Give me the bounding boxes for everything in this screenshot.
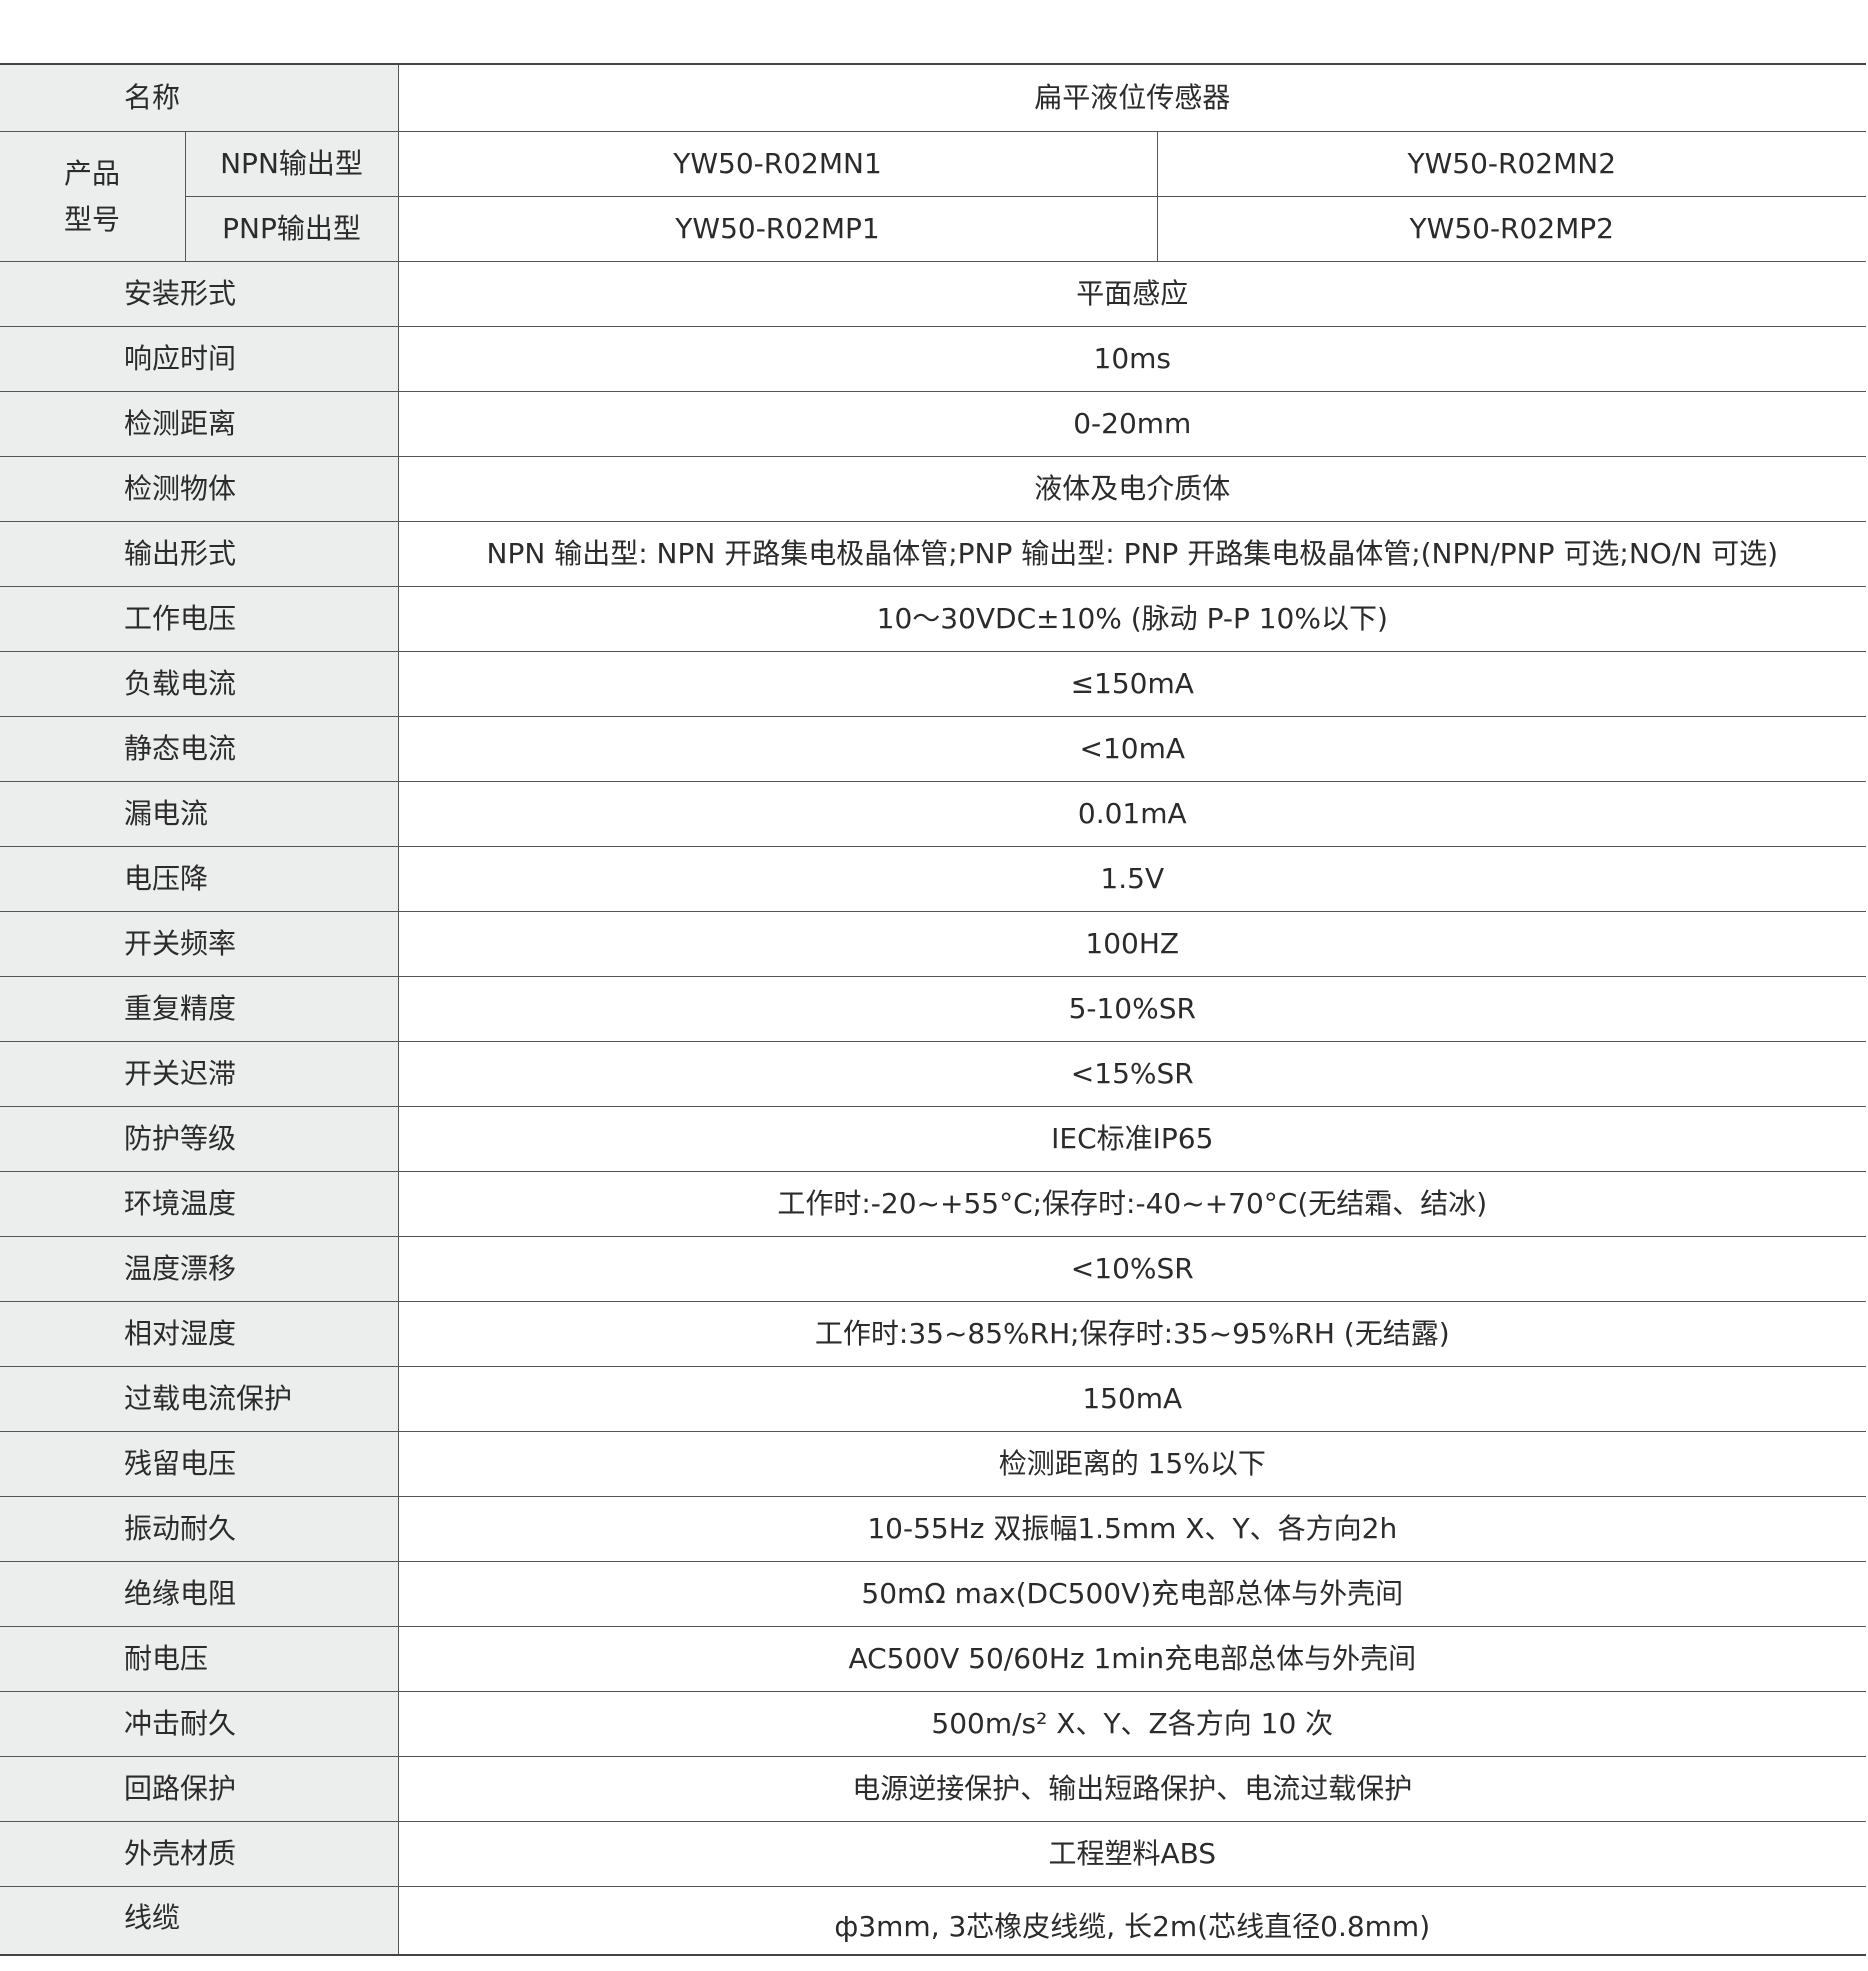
header-value: 扁平液位传感器 [398, 63, 1867, 132]
spec-value: 平面感应 [398, 261, 1867, 327]
spec-label: 外壳材质 [0, 1821, 399, 1887]
spec-value: 10～30VDC±10% (脉动 P-P 10%以下) [398, 586, 1867, 652]
spec-value: 检测距离的 15%以下 [398, 1431, 1867, 1497]
spec-value: 150mA [398, 1366, 1867, 1432]
header-label: 名称 [0, 63, 399, 132]
spec-row: 防护等级 IEC标准IP65 [0, 1106, 1867, 1172]
npn-model-2: YW50-R02MN2 [1157, 131, 1867, 197]
spec-label: 环境温度 [0, 1171, 399, 1237]
spec-row: 检测物体 液体及电介质体 [0, 456, 1867, 522]
spec-value: 100HZ [398, 911, 1867, 977]
spec-label: 残留电压 [0, 1431, 399, 1497]
spec-row: 外壳材质 工程塑料ABS [0, 1821, 1867, 1887]
pnp-model-2: YW50-R02MP2 [1157, 196, 1867, 262]
spec-row: 冲击耐久 500m/s² X、Y、Z各方向 10 次 [0, 1691, 1867, 1757]
model-group-label-line2: 型号 [64, 202, 121, 236]
header-row: 名称 扁平液位传感器 [0, 63, 1867, 132]
spec-label: 响应时间 [0, 326, 399, 392]
spec-value: 液体及电介质体 [398, 456, 1867, 522]
pnp-model-1: YW50-R02MP1 [398, 196, 1158, 262]
spec-row: 开关迟滞 <15%SR [0, 1041, 1867, 1107]
spec-label: 检测物体 [0, 456, 399, 522]
spec-label: 相对湿度 [0, 1301, 399, 1367]
spec-row: 漏电流 0.01mA [0, 781, 1867, 847]
spec-value: 10ms [398, 326, 1867, 392]
spec-row: 检测距离 0-20mm [0, 391, 1867, 457]
spec-value: 工程塑料ABS [398, 1821, 1867, 1887]
spec-label: 振动耐久 [0, 1496, 399, 1562]
spec-value: IEC标准IP65 [398, 1106, 1867, 1172]
spec-row: 温度漂移 <10%SR [0, 1236, 1867, 1302]
spec-value: 0-20mm [398, 391, 1867, 457]
spec-label: 重复精度 [0, 976, 399, 1042]
model-group-label-line1: 产品 [64, 156, 121, 190]
spec-label: 过载电流保护 [0, 1366, 399, 1432]
spec-label: 开关迟滞 [0, 1041, 399, 1107]
spec-label: 输出形式 [0, 521, 399, 587]
pnp-label: PNP输出型 [185, 196, 399, 262]
spec-value: AC500V 50/60Hz 1min充电部总体与外壳间 [398, 1626, 1867, 1692]
spec-label: 负载电流 [0, 651, 399, 717]
spec-label: 线缆 [0, 1886, 399, 1956]
spec-row: 响应时间 10ms [0, 326, 1867, 392]
spec-row: 绝缘电阻 50mΩ max(DC500V)充电部总体与外壳间 [0, 1561, 1867, 1627]
spec-label: 温度漂移 [0, 1236, 399, 1302]
spec-label: 静态电流 [0, 716, 399, 782]
spec-row: 负载电流 ≤150mA [0, 651, 1867, 717]
spec-row: 重复精度 5-10%SR [0, 976, 1867, 1042]
spec-value: NPN 输出型: NPN 开路集电极晶体管;PNP 输出型: PNP 开路集电极… [398, 521, 1867, 587]
spec-value: 50mΩ max(DC500V)充电部总体与外壳间 [398, 1561, 1867, 1627]
spec-row: 电压降 1.5V [0, 846, 1867, 912]
spec-value: 500m/s² X、Y、Z各方向 10 次 [398, 1691, 1867, 1757]
spec-label: 耐电压 [0, 1626, 399, 1692]
spec-value: 工作时:35~85%RH;保存时:35~95%RH (无结露) [398, 1301, 1867, 1367]
spec-value: <10mA [398, 716, 1867, 782]
spec-value: 5-10%SR [398, 976, 1867, 1042]
spec-label: 漏电流 [0, 781, 399, 847]
spec-value: 10-55Hz 双振幅1.5mm X、Y、各方向2h [398, 1496, 1867, 1562]
spec-label: 工作电压 [0, 586, 399, 652]
spec-value: <15%SR [398, 1041, 1867, 1107]
spec-value: 0.01mA [398, 781, 1867, 847]
spec-label: 绝缘电阻 [0, 1561, 399, 1627]
npn-label: NPN输出型 [185, 131, 399, 197]
spec-row: 过载电流保护 150mA [0, 1366, 1867, 1432]
spec-label: 防护等级 [0, 1106, 399, 1172]
spec-value: ф3mm, 3芯橡皮线缆, 长2m(芯线直径0.8mm) [398, 1886, 1867, 1956]
model-group-label: 产品 型号 [0, 131, 186, 262]
spec-label: 电压降 [0, 846, 399, 912]
spec-row: 相对湿度 工作时:35~85%RH;保存时:35~95%RH (无结露) [0, 1301, 1867, 1367]
spec-value: <10%SR [398, 1236, 1867, 1302]
spec-value: 电源逆接保护、输出短路保护、电流过载保护 [398, 1756, 1867, 1822]
spec-row: 回路保护 电源逆接保护、输出短路保护、电流过载保护 [0, 1756, 1867, 1822]
spec-label: 检测距离 [0, 391, 399, 457]
spec-table: 名称 扁平液位传感器 产品 型号 NPN输出型 YW50-R02MN1 YW50… [0, 63, 1867, 1956]
spec-value: 工作时:-20~+55°C;保存时:-40~+70°C(无结霜、结冰) [398, 1171, 1867, 1237]
spec-value: ≤150mA [398, 651, 1867, 717]
spec-row: 工作电压 10～30VDC±10% (脉动 P-P 10%以下) [0, 586, 1867, 652]
spec-label: 回路保护 [0, 1756, 399, 1822]
spec-row: 安装形式 平面感应 [0, 261, 1867, 327]
spec-label: 开关频率 [0, 911, 399, 977]
spec-label: 安装形式 [0, 261, 399, 327]
spec-label: 冲击耐久 [0, 1691, 399, 1757]
model-row-pnp: PNP输出型 YW50-R02MP1 YW50-R02MP2 [0, 196, 1867, 262]
spec-row: 耐电压 AC500V 50/60Hz 1min充电部总体与外壳间 [0, 1626, 1867, 1692]
spec-row: 振动耐久 10-55Hz 双振幅1.5mm X、Y、各方向2h [0, 1496, 1867, 1562]
npn-model-1: YW50-R02MN1 [398, 131, 1158, 197]
spec-value: 1.5V [398, 846, 1867, 912]
spec-row: 静态电流 <10mA [0, 716, 1867, 782]
spec-row: 输出形式 NPN 输出型: NPN 开路集电极晶体管;PNP 输出型: PNP 开… [0, 521, 1867, 587]
spec-row: 残留电压 检测距离的 15%以下 [0, 1431, 1867, 1497]
spec-row: 线缆 ф3mm, 3芯橡皮线缆, 长2m(芯线直径0.8mm) [0, 1886, 1867, 1956]
spec-row: 环境温度 工作时:-20~+55°C;保存时:-40~+70°C(无结霜、结冰) [0, 1171, 1867, 1237]
model-row-npn: 产品 型号 NPN输出型 YW50-R02MN1 YW50-R02MN2 [0, 131, 1867, 262]
spec-row: 开关频率 100HZ [0, 911, 1867, 977]
